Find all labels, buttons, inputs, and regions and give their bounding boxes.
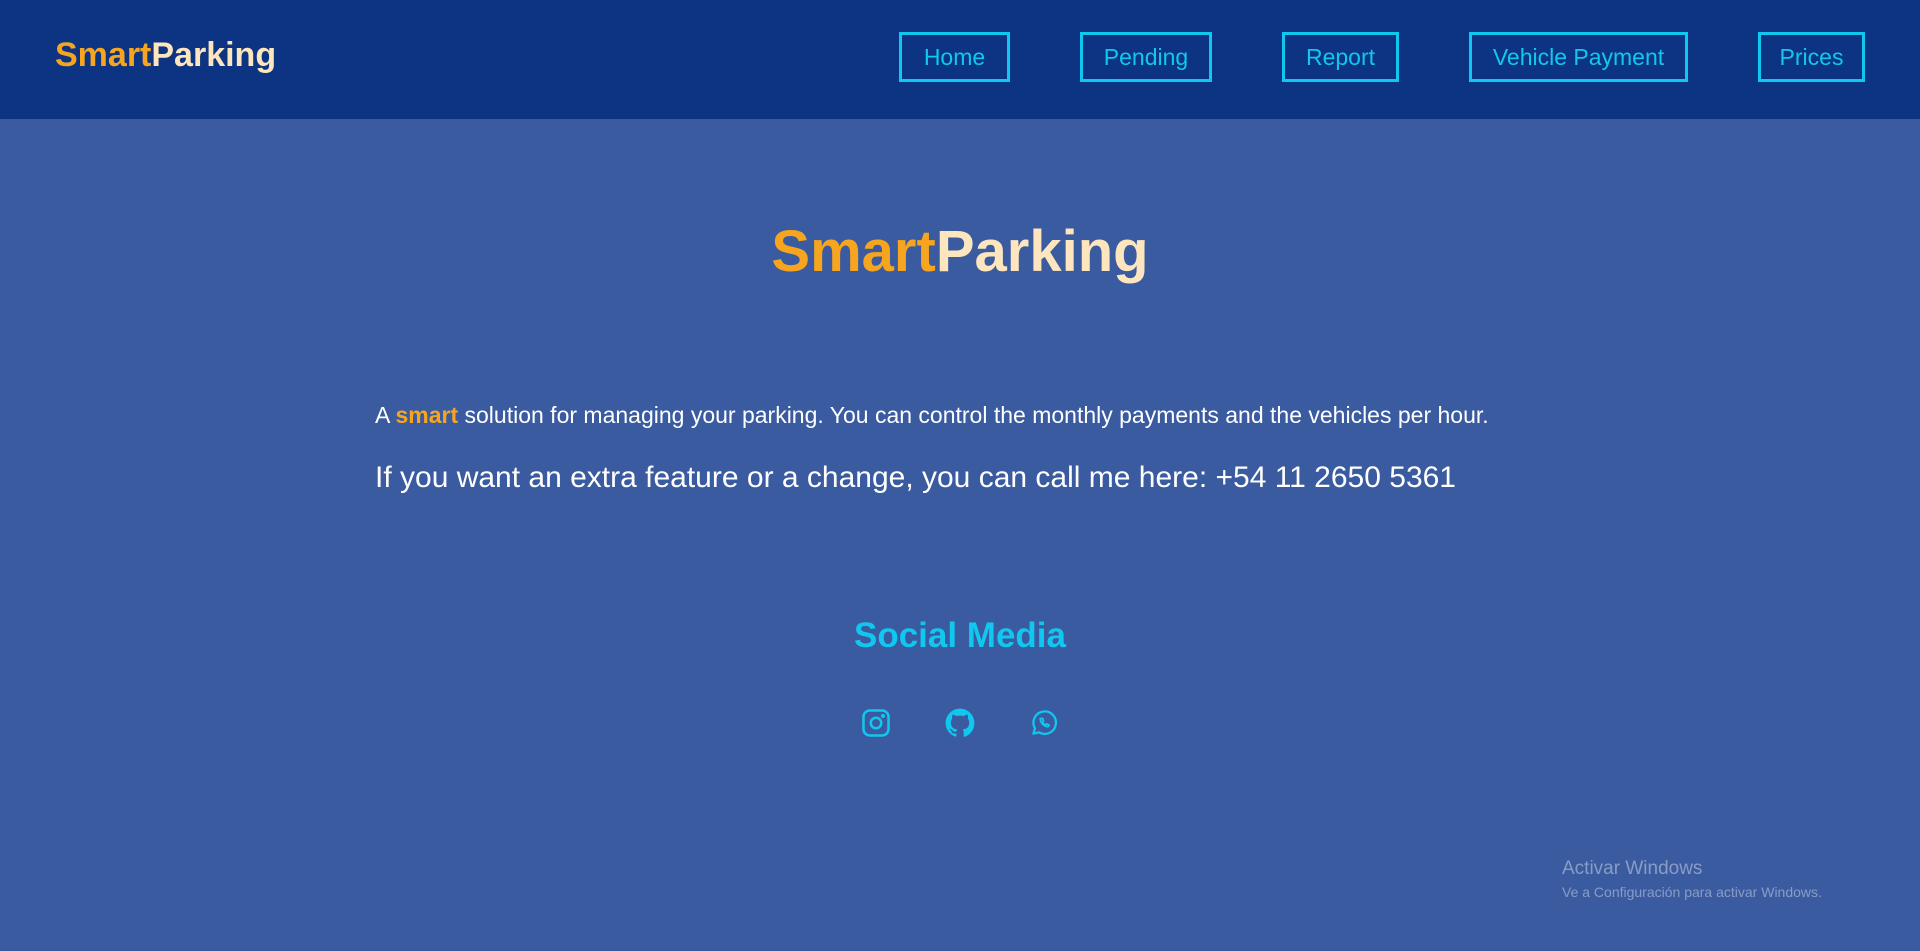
intro-highlight: smart bbox=[395, 402, 459, 428]
github-icon[interactable] bbox=[945, 708, 975, 738]
nav-home-button[interactable]: Home bbox=[899, 32, 1010, 82]
intro-suffix: solution for managing your parking. You … bbox=[458, 402, 1489, 428]
title-smart: Smart bbox=[771, 219, 936, 284]
intro-prefix: A bbox=[375, 402, 396, 428]
brand-logo[interactable]: SmartParking bbox=[55, 36, 276, 75]
watermark-line2: Ve a Configuración para activar Windows. bbox=[1562, 884, 1822, 900]
title-parking: Parking bbox=[935, 219, 1149, 284]
logo-smart: Smart bbox=[55, 36, 152, 74]
nav-report-button[interactable]: Report bbox=[1282, 32, 1399, 82]
social-media-heading: Social Media bbox=[853, 616, 1067, 655]
nav-pending-button[interactable]: Pending bbox=[1080, 32, 1212, 82]
instagram-icon[interactable] bbox=[861, 708, 891, 738]
contact-paragraph: If you want an extra feature or a change… bbox=[375, 461, 1456, 494]
top-navbar: SmartParking Home Pending Report Vehicle… bbox=[0, 0, 1920, 119]
watermark-line1: Activar Windows bbox=[1562, 858, 1703, 879]
intro-paragraph: A smart solution for managing your parki… bbox=[375, 402, 1489, 429]
logo-parking: Parking bbox=[151, 36, 277, 74]
nav-vehicle-payment-button[interactable]: Vehicle Payment bbox=[1469, 32, 1688, 82]
whatsapp-icon[interactable] bbox=[1029, 708, 1059, 738]
windows-activation-watermark: Activar Windows Ve a Configuración para … bbox=[1562, 858, 1822, 900]
page-title: SmartParking bbox=[0, 218, 1920, 285]
nav-prices-button[interactable]: Prices bbox=[1758, 32, 1865, 82]
